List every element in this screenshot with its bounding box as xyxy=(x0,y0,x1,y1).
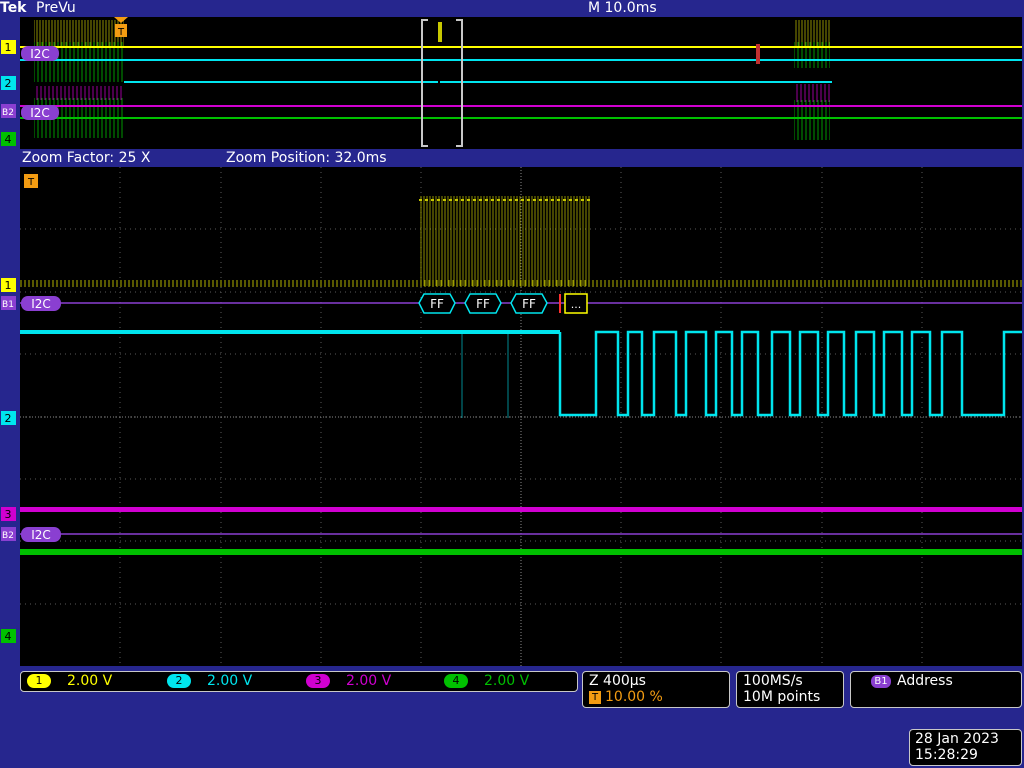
overview-burst-green-right xyxy=(794,42,830,68)
svg-text:FF: FF xyxy=(430,297,444,311)
svg-text:B2: B2 xyxy=(2,531,14,541)
svg-text:I2C: I2C xyxy=(30,47,50,61)
date-readout: 28 Jan 2023 xyxy=(915,731,999,747)
ch1-burst xyxy=(419,196,591,286)
overview-ch2-marker[interactable]: 2 xyxy=(1,76,16,90)
trigger-position-readout: T 10.00 % xyxy=(589,689,663,705)
bus2-i2c-label[interactable]: I2C xyxy=(21,527,61,542)
bus2-marker[interactable]: B2 xyxy=(1,527,16,541)
overview-ch1-marker[interactable]: 1 xyxy=(1,40,16,54)
overview-bus1-label[interactable]: I2C xyxy=(21,46,59,61)
bus-trigger-readout-box[interactable]: B1 Address xyxy=(850,671,1022,708)
svg-text:4: 4 xyxy=(5,630,12,643)
zoom-scale-readout: Z 400µs xyxy=(589,673,646,689)
svg-text:T: T xyxy=(27,177,35,188)
overview-burst-magenta xyxy=(34,86,124,100)
svg-text:1: 1 xyxy=(5,41,12,54)
datetime-box: 28 Jan 2023 15:28:29 xyxy=(909,729,1022,766)
acquisition-readout-box[interactable]: 100MS/s 10M points xyxy=(736,671,844,708)
ch3-trace xyxy=(20,507,1022,512)
svg-text:...: ... xyxy=(571,298,582,311)
svg-text:I2C: I2C xyxy=(30,106,50,120)
record-length-readout: 10M points xyxy=(743,689,821,705)
bus1-i2c-label[interactable]: I2C xyxy=(21,296,61,311)
ch1-badge: 1 xyxy=(27,674,51,688)
ch4-scale-readout[interactable]: 4 2.00 V xyxy=(444,673,529,689)
overview-burst-magenta-right xyxy=(794,84,830,102)
ch2-scale-value: 2.00 V xyxy=(207,673,253,689)
trigger-badge: T xyxy=(589,691,601,704)
ch2-ground-marker[interactable]: 2 xyxy=(1,411,16,425)
overview-zoom-burst xyxy=(438,22,442,42)
svg-text:3: 3 xyxy=(5,508,12,521)
svg-text:I2C: I2C xyxy=(31,297,51,311)
svg-text:FF: FF xyxy=(522,297,536,311)
svg-text:B1: B1 xyxy=(2,300,14,310)
overview-bus2-marker[interactable]: B2 xyxy=(1,104,16,118)
svg-text:1: 1 xyxy=(5,279,12,292)
ch4-badge: 4 xyxy=(444,674,468,688)
ch3-badge: 3 xyxy=(306,674,330,688)
svg-text:FF: FF xyxy=(476,297,490,311)
svg-text:2: 2 xyxy=(5,77,12,90)
trigger-position-marker[interactable]: T xyxy=(24,174,38,188)
decode-packet-1[interactable]: FF xyxy=(418,293,456,314)
ch1-scale-value: 2.00 V xyxy=(67,673,113,689)
decode-packet-3[interactable]: FF xyxy=(510,293,548,314)
ch2-scale-readout[interactable]: 2 2.00 V xyxy=(167,673,252,689)
svg-text:B2: B2 xyxy=(2,108,14,118)
bus-trigger-badge: B1 xyxy=(871,675,891,688)
bus-trigger-label: Address xyxy=(897,673,953,689)
ch3-ground-marker[interactable]: 3 xyxy=(1,507,16,521)
decode-packet-2[interactable]: FF xyxy=(464,293,502,314)
channel-readout-bar: 1 2.00 V 2 2.00 V 3 2.00 V 4 2.00 V xyxy=(20,671,578,692)
overview-red-marker xyxy=(756,44,760,64)
svg-text:T: T xyxy=(117,27,125,38)
scope-display: I2C I2C T 1 2 B2 4 I2C FF FF FF ... I2C … xyxy=(1,17,1022,666)
bus1-marker[interactable]: B1 xyxy=(1,296,16,310)
svg-text:I2C: I2C xyxy=(31,528,51,542)
ch1-ground-marker[interactable]: 1 xyxy=(1,278,16,292)
ch4-scale-value: 2.00 V xyxy=(484,673,530,689)
bus-trigger-line: B1 Address xyxy=(871,673,953,689)
ch1-scale-readout[interactable]: 1 2.00 V xyxy=(27,673,112,689)
sample-rate-readout: 100MS/s xyxy=(743,673,803,689)
trigger-percent: 10.00 % xyxy=(605,689,663,705)
ch4-trace xyxy=(20,549,1022,555)
ch3-scale-value: 2.00 V xyxy=(346,673,392,689)
ch4-ground-marker[interactable]: 4 xyxy=(1,629,16,643)
ch3-scale-readout[interactable]: 3 2.00 V xyxy=(306,673,391,689)
timebase-readout-box[interactable]: Z 400µs T 10.00 % xyxy=(582,671,730,708)
overview-ch4-marker[interactable]: 4 xyxy=(1,132,16,146)
ch2-badge: 2 xyxy=(167,674,191,688)
decode-more-packet[interactable]: ... xyxy=(564,293,588,314)
svg-text:2: 2 xyxy=(5,412,12,425)
overview-bus2-label[interactable]: I2C xyxy=(21,105,59,120)
svg-text:4: 4 xyxy=(5,133,12,146)
time-readout: 15:28:29 xyxy=(915,747,978,763)
